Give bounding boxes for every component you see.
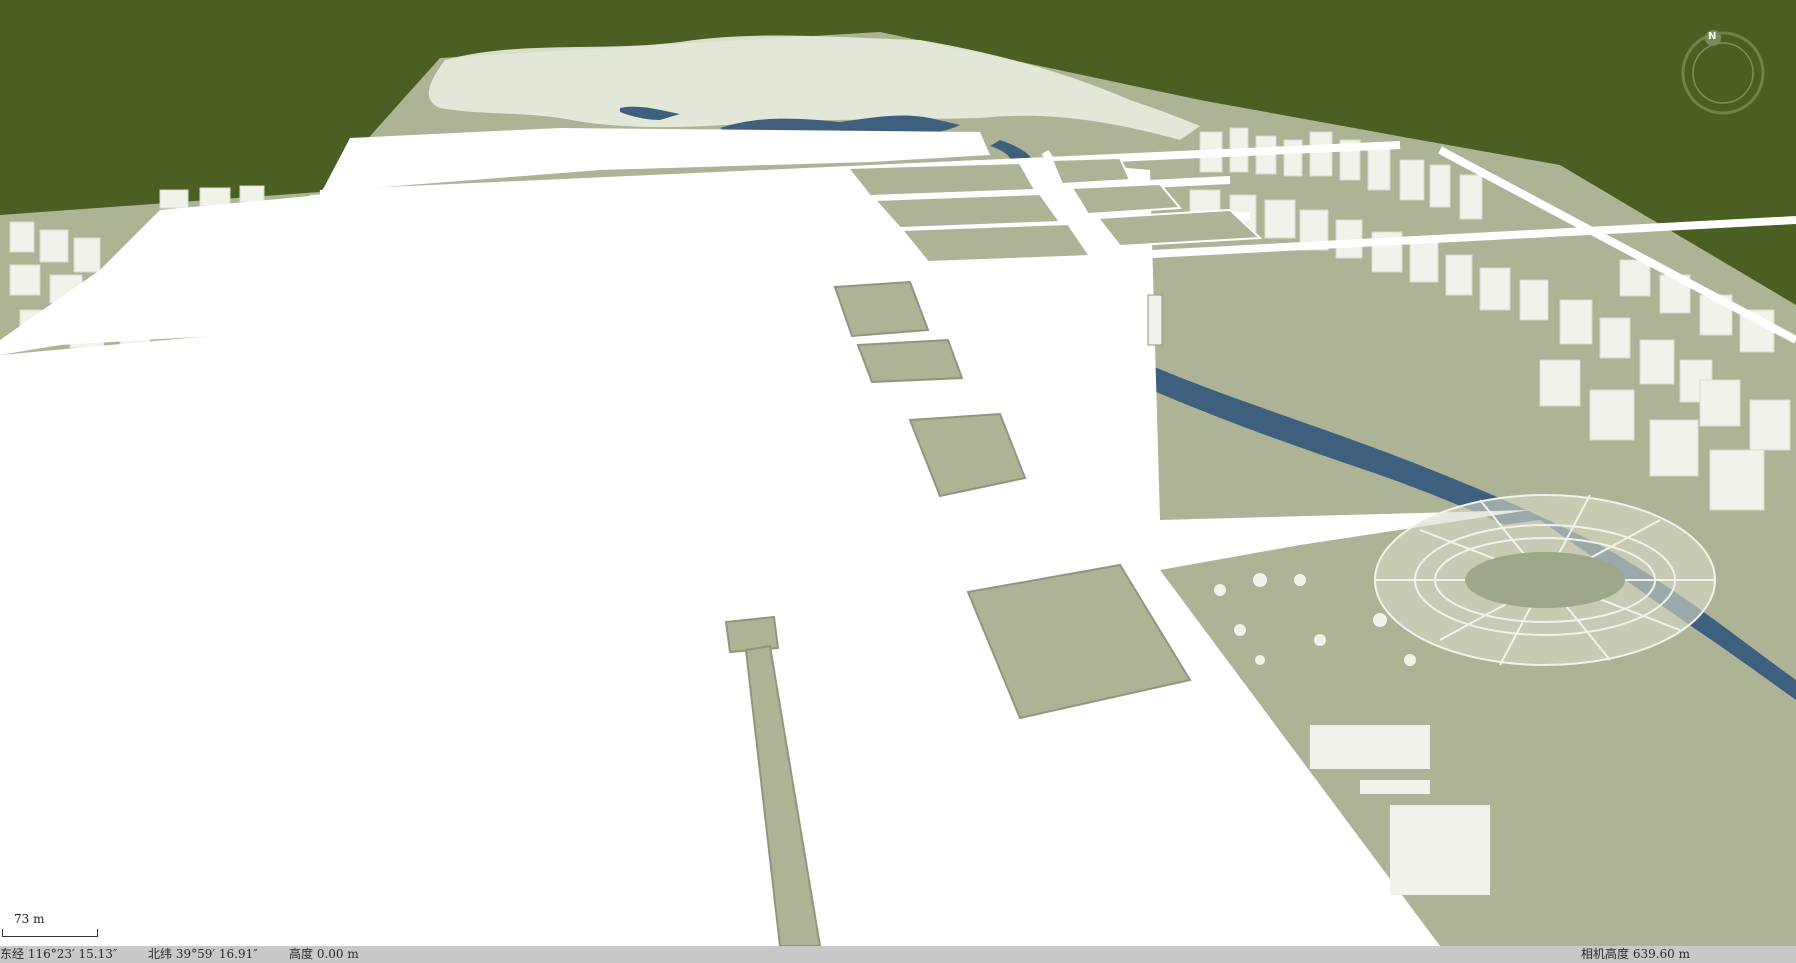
- stadium-field: [1465, 552, 1625, 608]
- status-longitude: 东经 116°23′ 15.13″: [0, 947, 118, 961]
- compass-icon: [1681, 30, 1765, 115]
- status-latitude: 北纬 39°59′ 16.91″: [148, 947, 258, 961]
- 3d-scene[interactable]: [0, 0, 1796, 963]
- compass-north-label: N: [1708, 31, 1717, 42]
- compass-widget[interactable]: N: [1680, 30, 1766, 116]
- scale-label: 73 m: [14, 912, 45, 926]
- status-bar: 东经 116°23′ 15.13″ 北纬 39°59′ 16.91″ 高度 0.…: [0, 946, 1796, 963]
- map-viewport[interactable]: N 73 m 东经 116°23′ 15.13″ 北纬 39°59′ 16.91…: [0, 0, 1796, 963]
- status-height: 高度 0.00 m: [289, 947, 359, 961]
- status-camera-height: 相机高度 639.60 m: [1581, 947, 1690, 961]
- scale-line: [2, 929, 98, 937]
- tower: [1147, 294, 1163, 346]
- scale-bar: 73 m: [2, 912, 102, 942]
